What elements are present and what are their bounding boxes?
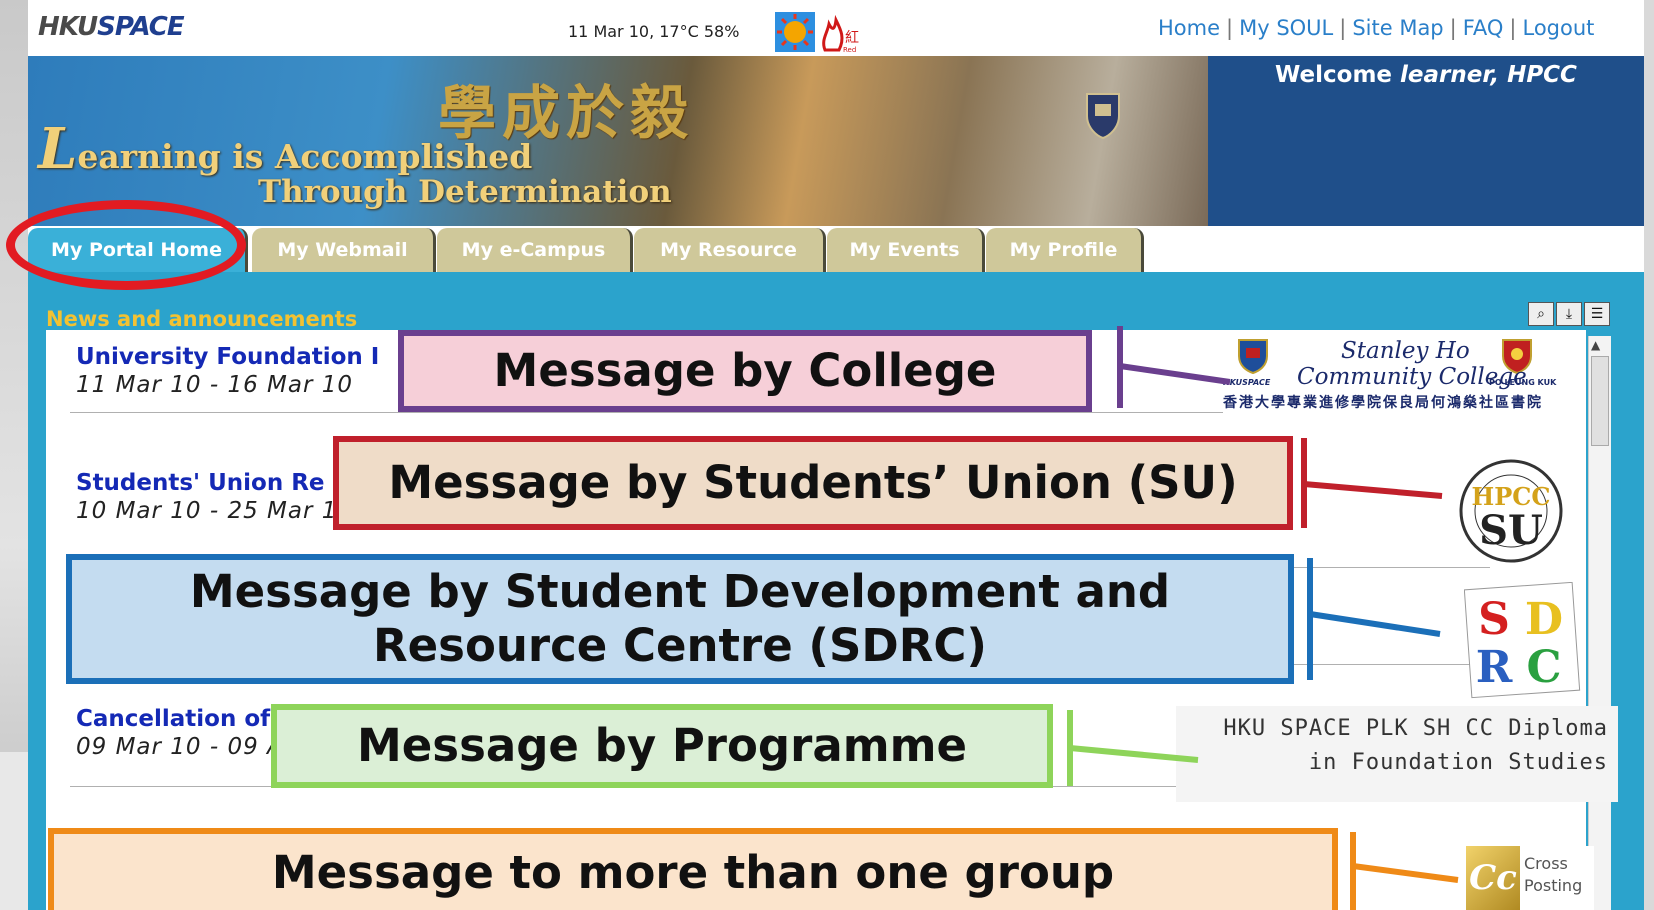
su-connector [1301,438,1443,528]
sdrc-connector [1307,558,1441,680]
highlight-circle [6,200,246,290]
callout-programme: Message by Programme [271,704,1053,788]
college-connector [1117,326,1231,408]
portal-page: HKUSPACE 11 Mar 10, 17°C 58% 紅 Red Home |… [28,0,1644,910]
callout-sdrc-line2: Resource Centre (SDRC) [372,619,987,672]
callout-college: Message by College [398,330,1092,412]
callout-sdrc-line1: Message by Student Development and [189,565,1171,618]
callout-su: Message by Students’ Union (SU) [333,436,1293,530]
callout-sdrc: Message by Student Development and Resou… [66,554,1294,684]
callout-multi-group: Message to more than one group [48,828,1338,910]
multi-group-connector [1350,832,1459,910]
programme-connector [1067,710,1199,786]
